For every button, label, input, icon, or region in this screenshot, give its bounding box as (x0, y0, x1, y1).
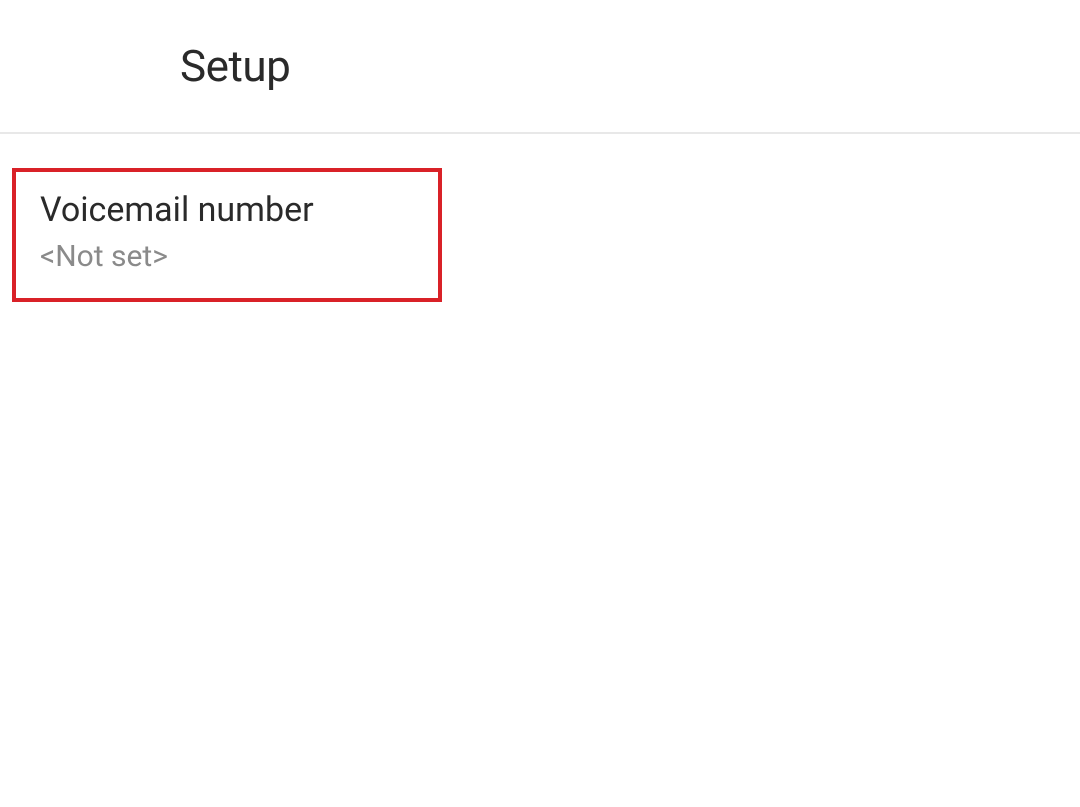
header: Setup (0, 0, 1080, 134)
voicemail-label: Voicemail number (40, 188, 414, 232)
content-area: Voicemail number <Not set> (0, 134, 1080, 336)
page-title: Setup (180, 40, 1080, 92)
voicemail-value: <Not set> (40, 236, 414, 278)
voicemail-number-setting[interactable]: Voicemail number <Not set> (12, 168, 442, 302)
